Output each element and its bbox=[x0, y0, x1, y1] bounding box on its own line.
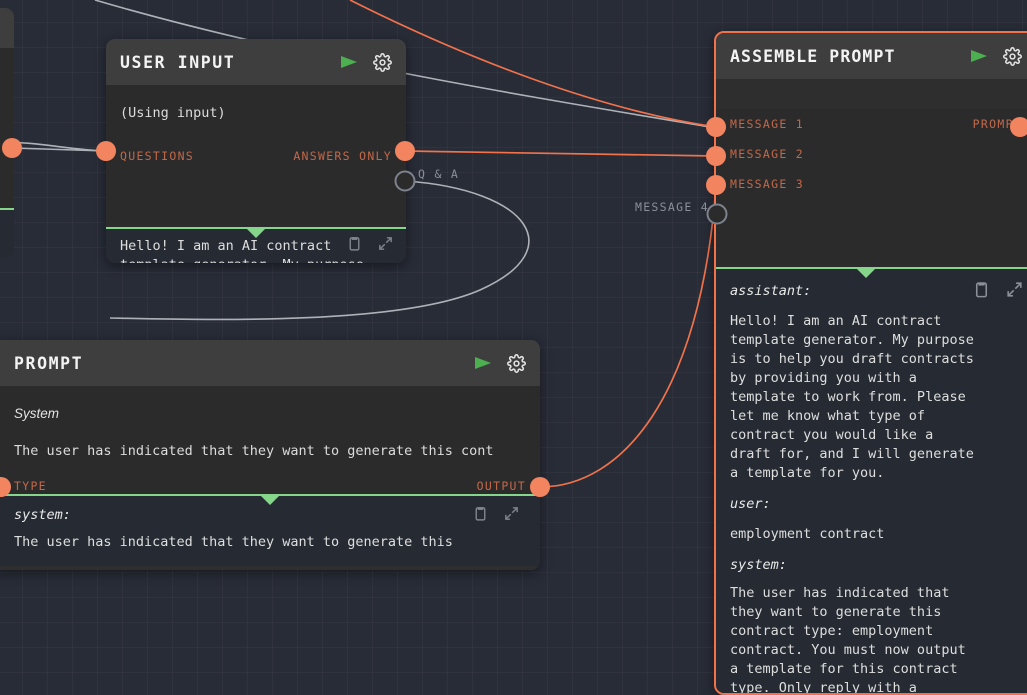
port-label-message-4: MESSAGE 4 bbox=[634, 200, 709, 214]
prompt-title: PROMPT bbox=[14, 353, 84, 373]
port-row-message-2: MESSAGE 2 bbox=[716, 139, 1027, 169]
stub-output-strip bbox=[0, 208, 14, 258]
prompt-preview-body: system: The user has indicated that they… bbox=[0, 496, 540, 552]
port-label-output: OUTPUT bbox=[476, 479, 526, 493]
port-message-4[interactable] bbox=[706, 203, 728, 225]
assemble-block-text-1: employment contract bbox=[730, 526, 885, 542]
port-label-message-1: MESSAGE 1 bbox=[730, 117, 805, 131]
port-message-2[interactable] bbox=[706, 146, 726, 166]
prompt-field-value[interactable]: The user has indicated that they want to… bbox=[0, 421, 540, 459]
user-input-header: USER INPUT bbox=[106, 39, 406, 85]
gear-icon[interactable] bbox=[373, 52, 392, 72]
port-questions[interactable] bbox=[96, 141, 116, 161]
port-label-message-2: MESSAGE 2 bbox=[730, 147, 805, 161]
play-triangle-icon[interactable] bbox=[473, 355, 493, 371]
port-row-qa: Q & A bbox=[106, 171, 406, 201]
play-triangle-icon[interactable] bbox=[339, 54, 359, 70]
port-row-message-3: MESSAGE 3 bbox=[716, 169, 1027, 199]
prompt-header: PROMPT bbox=[0, 340, 540, 386]
prompt-field-label: System bbox=[14, 406, 60, 421]
assemble-title: ASSEMBLE PROMPT bbox=[730, 46, 896, 66]
stub-output-port[interactable] bbox=[2, 138, 22, 158]
port-prompt-output[interactable] bbox=[1010, 117, 1027, 137]
expand-arrows-icon[interactable] bbox=[377, 235, 394, 252]
gear-icon[interactable] bbox=[507, 353, 526, 373]
clipboard-icon[interactable] bbox=[972, 280, 991, 299]
assemble-block-text-2: The user has indicated that they want to… bbox=[730, 585, 966, 695]
user-input-preview-body: Hello! I am an AI contract template gene… bbox=[106, 229, 406, 263]
user-input-body: (Using input) QUESTIONS ANSWERS ONLY Q &… bbox=[106, 85, 406, 227]
user-input-preview-actions bbox=[346, 235, 394, 252]
assemble-body: MESSAGE 1 PROMPT MESSAGE 2 MESSAGE 3 bbox=[716, 109, 1027, 267]
assemble-output-preview: assistant: Hello! I am an AI contract te… bbox=[716, 267, 1027, 695]
port-row-questions: QUESTIONS ANSWERS ONLY bbox=[106, 141, 406, 171]
clipboard-icon[interactable] bbox=[346, 235, 363, 252]
node-graph-canvas[interactable]: USER INPUT (Using input) QUESTIONS ANSWE… bbox=[0, 0, 1027, 695]
port-message-3[interactable] bbox=[706, 175, 726, 195]
prompt-preview-actions bbox=[472, 505, 520, 522]
port-label-qa-outer: Q & A bbox=[418, 167, 460, 181]
prompt-output-preview: system: The user has indicated that they… bbox=[0, 494, 540, 566]
prompt-preview-role: system: bbox=[14, 507, 71, 523]
port-label-questions: QUESTIONS bbox=[120, 149, 195, 163]
offscreen-node-stub[interactable] bbox=[0, 8, 14, 258]
prompt-preview-text: The user has indicated that they want to… bbox=[14, 534, 453, 550]
port-answers-only[interactable] bbox=[395, 141, 415, 161]
assemble-header: ASSEMBLE PROMPT bbox=[716, 33, 1027, 79]
assemble-preview-body: assistant: Hello! I am an AI contract te… bbox=[716, 269, 1027, 695]
expand-arrows-icon[interactable] bbox=[1005, 280, 1024, 299]
user-input-output-preview: Hello! I am an AI contract template gene… bbox=[106, 227, 406, 263]
port-output[interactable] bbox=[530, 477, 550, 497]
user-input-value[interactable]: (Using input) bbox=[106, 85, 406, 121]
node-user-input[interactable]: USER INPUT (Using input) QUESTIONS ANSWE… bbox=[106, 39, 406, 263]
user-input-title: USER INPUT bbox=[120, 52, 236, 72]
port-row-message-1: MESSAGE 1 PROMPT bbox=[716, 109, 1027, 139]
node-prompt[interactable]: PROMPT System The user has indicated tha… bbox=[0, 340, 540, 570]
port-message-1[interactable] bbox=[706, 117, 726, 137]
port-label-message-3: MESSAGE 3 bbox=[730, 177, 805, 191]
clipboard-icon[interactable] bbox=[472, 505, 489, 522]
port-label-type: TYPE bbox=[14, 479, 47, 493]
play-triangle-icon[interactable] bbox=[969, 48, 989, 64]
assemble-block-role-1: user: bbox=[730, 496, 771, 512]
port-label-answers-only: ANSWERS ONLY bbox=[293, 149, 392, 163]
node-assemble-prompt[interactable]: ASSEMBLE PROMPT MESSAGE 1 PROMPT MESSAGE… bbox=[714, 31, 1027, 695]
prompt-body: System The user has indicated that they … bbox=[0, 386, 540, 494]
stub-body bbox=[0, 48, 14, 208]
expand-arrows-icon[interactable] bbox=[503, 505, 520, 522]
assemble-preview-actions bbox=[972, 280, 1024, 299]
assemble-block-text-0: Hello! I am an AI contract template gene… bbox=[730, 313, 974, 481]
assemble-block-role-2: system: bbox=[730, 557, 787, 573]
port-qa[interactable] bbox=[394, 170, 416, 192]
gear-icon[interactable] bbox=[1003, 46, 1022, 66]
stub-header bbox=[0, 8, 14, 48]
